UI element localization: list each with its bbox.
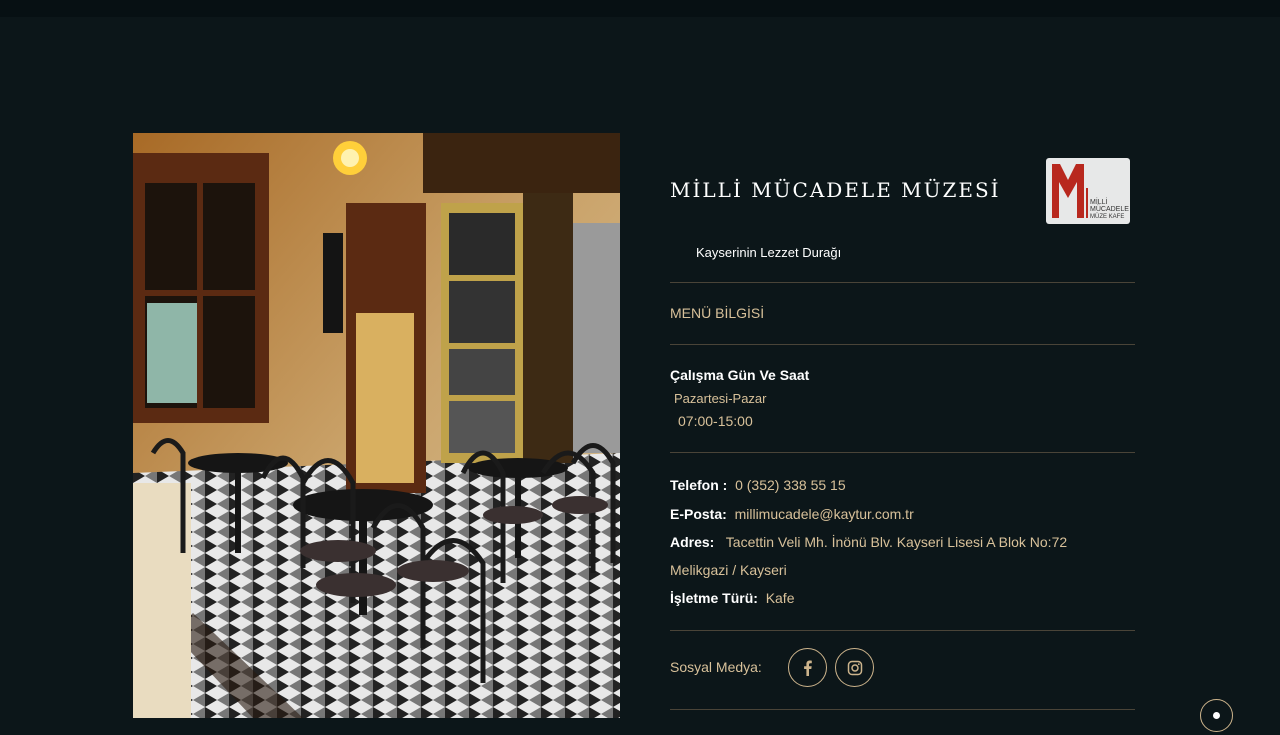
dot-icon [1213, 712, 1220, 719]
address-row: Adres: Tacettin Veli Mh. İnönü Blv. Kays… [670, 534, 1067, 550]
venue-title: MİLLİ MÜCADELE MÜZESİ [670, 178, 1001, 202]
facebook-icon [803, 660, 812, 676]
business-type-label: İşletme Türü: [670, 590, 758, 606]
logo-text-3: MÜZE KAFE [1090, 213, 1124, 220]
facebook-button[interactable] [788, 648, 827, 687]
divider [670, 452, 1135, 453]
email-row: E-Posta: millimucadele@kaytur.com.tr [670, 506, 914, 522]
business-type-row: İşletme Türü: Kafe [670, 590, 795, 606]
phone-label: Telefon : [670, 477, 728, 493]
hours-time: 07:00-15:00 [678, 413, 753, 429]
divider [670, 344, 1135, 345]
divider [670, 709, 1135, 710]
instagram-icon [847, 660, 862, 675]
address-label: Adres: [670, 534, 715, 550]
menu-info-link[interactable]: MENÜ BİLGİSİ [670, 305, 764, 321]
phone-row: Telefon : 0 (352) 338 55 15 [670, 477, 846, 493]
business-type-value: Kafe [765, 590, 795, 606]
email-link[interactable]: millimucadele@kaytur.com.tr [735, 506, 914, 522]
hours-title: Çalışma Gün Ve Saat [670, 367, 810, 383]
social-label: Sosyal Medya: [670, 659, 762, 675]
top-bar [0, 0, 1280, 17]
divider [670, 282, 1135, 283]
hours-days: Pazartesi-Pazar [674, 391, 767, 406]
logo-text-1: MİLLİ [1090, 197, 1108, 206]
venue-logo: MİLLİ MÜCADELE MÜZE KAFE [1046, 158, 1130, 224]
instagram-button[interactable] [835, 648, 874, 687]
address-line1: Tacettin Veli Mh. İnönü Blv. Kayseri Lis… [725, 534, 1068, 550]
logo-text-2: MÜCADELE [1090, 205, 1129, 213]
venue-photo [133, 133, 620, 718]
address-line2: Melikgazi / Kayseri [670, 562, 787, 578]
email-label: E-Posta: [670, 506, 727, 522]
phone-link[interactable]: 0 (352) 338 55 15 [735, 477, 846, 493]
venue-tagline: Kayserinin Lezzet Durağı [696, 245, 842, 260]
scroll-top-button[interactable] [1200, 699, 1233, 732]
divider [670, 630, 1135, 631]
